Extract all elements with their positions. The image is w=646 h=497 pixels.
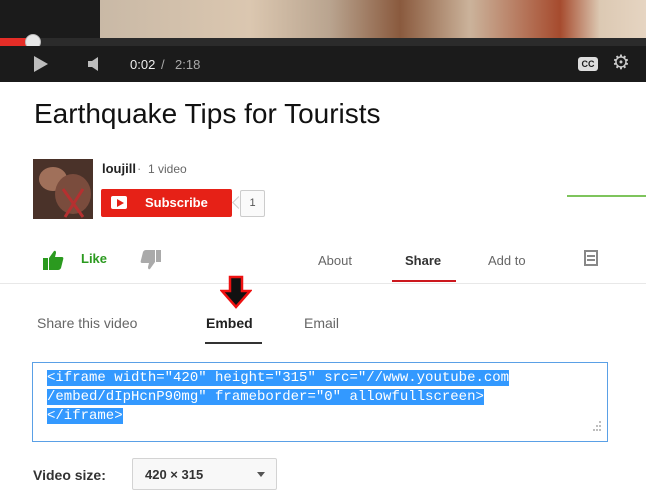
channel-video-count[interactable]: 1 video bbox=[148, 162, 187, 176]
video-size-dropdown[interactable]: 420 × 315 bbox=[132, 458, 277, 490]
play-icon[interactable] bbox=[34, 56, 48, 72]
like-ratio-bar bbox=[567, 195, 646, 197]
video-size-label: Video size: bbox=[33, 467, 106, 483]
resize-grip-icon[interactable] bbox=[592, 419, 602, 431]
embed-code-line: /embed/dIpHcnP90mg" frameborder="0" allo… bbox=[47, 389, 484, 405]
channel-avatar[interactable] bbox=[33, 159, 93, 219]
thumbs-up-icon[interactable] bbox=[42, 249, 64, 271]
subscribe-button[interactable]: Subscribe bbox=[101, 189, 232, 217]
tab-share-active-indicator bbox=[392, 280, 456, 282]
embed-code-text: <iframe width="420" height="315" src="//… bbox=[47, 369, 587, 426]
subscriber-count: 1 bbox=[240, 190, 265, 217]
embed-code-textarea[interactable]: <iframe width="420" height="315" src="//… bbox=[32, 362, 608, 442]
tab-about[interactable]: About bbox=[318, 253, 352, 268]
embed-code-line: </iframe> bbox=[47, 408, 123, 424]
divider bbox=[0, 283, 646, 284]
embed-code-line: <iframe width="420" height="315" src="//… bbox=[47, 370, 510, 386]
progress-track[interactable] bbox=[0, 38, 646, 46]
play-triangle-icon bbox=[117, 199, 124, 207]
time-separator: / bbox=[161, 57, 165, 72]
subtab-email[interactable]: Email bbox=[304, 315, 339, 331]
subtab-share-this-video[interactable]: Share this video bbox=[37, 315, 137, 331]
video-frame[interactable] bbox=[0, 0, 646, 38]
volume-icon[interactable] bbox=[88, 57, 100, 71]
channel-name-link[interactable]: loujill bbox=[102, 161, 136, 176]
thumbs-down-icon[interactable] bbox=[140, 249, 162, 271]
time-total: 2:18 bbox=[175, 57, 201, 72]
tab-share[interactable]: Share bbox=[405, 253, 441, 268]
avatar-image bbox=[33, 159, 93, 219]
like-button-label[interactable]: Like bbox=[81, 251, 107, 266]
video-title: Earthquake Tips for Tourists bbox=[34, 98, 381, 129]
separator-dot: · bbox=[137, 161, 142, 176]
subscribe-label: Subscribe bbox=[145, 195, 208, 210]
subtab-embed[interactable]: Embed bbox=[206, 315, 253, 331]
tab-add-to[interactable]: Add to bbox=[488, 253, 526, 268]
youtube-play-icon bbox=[111, 196, 127, 209]
video-size-value: 420 × 315 bbox=[145, 467, 204, 482]
transcript-icon[interactable] bbox=[584, 250, 598, 266]
time-current: 0:02 bbox=[130, 57, 156, 72]
subtab-embed-active-indicator bbox=[205, 342, 262, 344]
chevron-down-icon bbox=[257, 472, 265, 477]
annotation-arrow-icon bbox=[220, 275, 252, 309]
cc-icon[interactable]: CC bbox=[578, 57, 598, 71]
settings-icon[interactable]: ⚙ bbox=[612, 51, 630, 75]
